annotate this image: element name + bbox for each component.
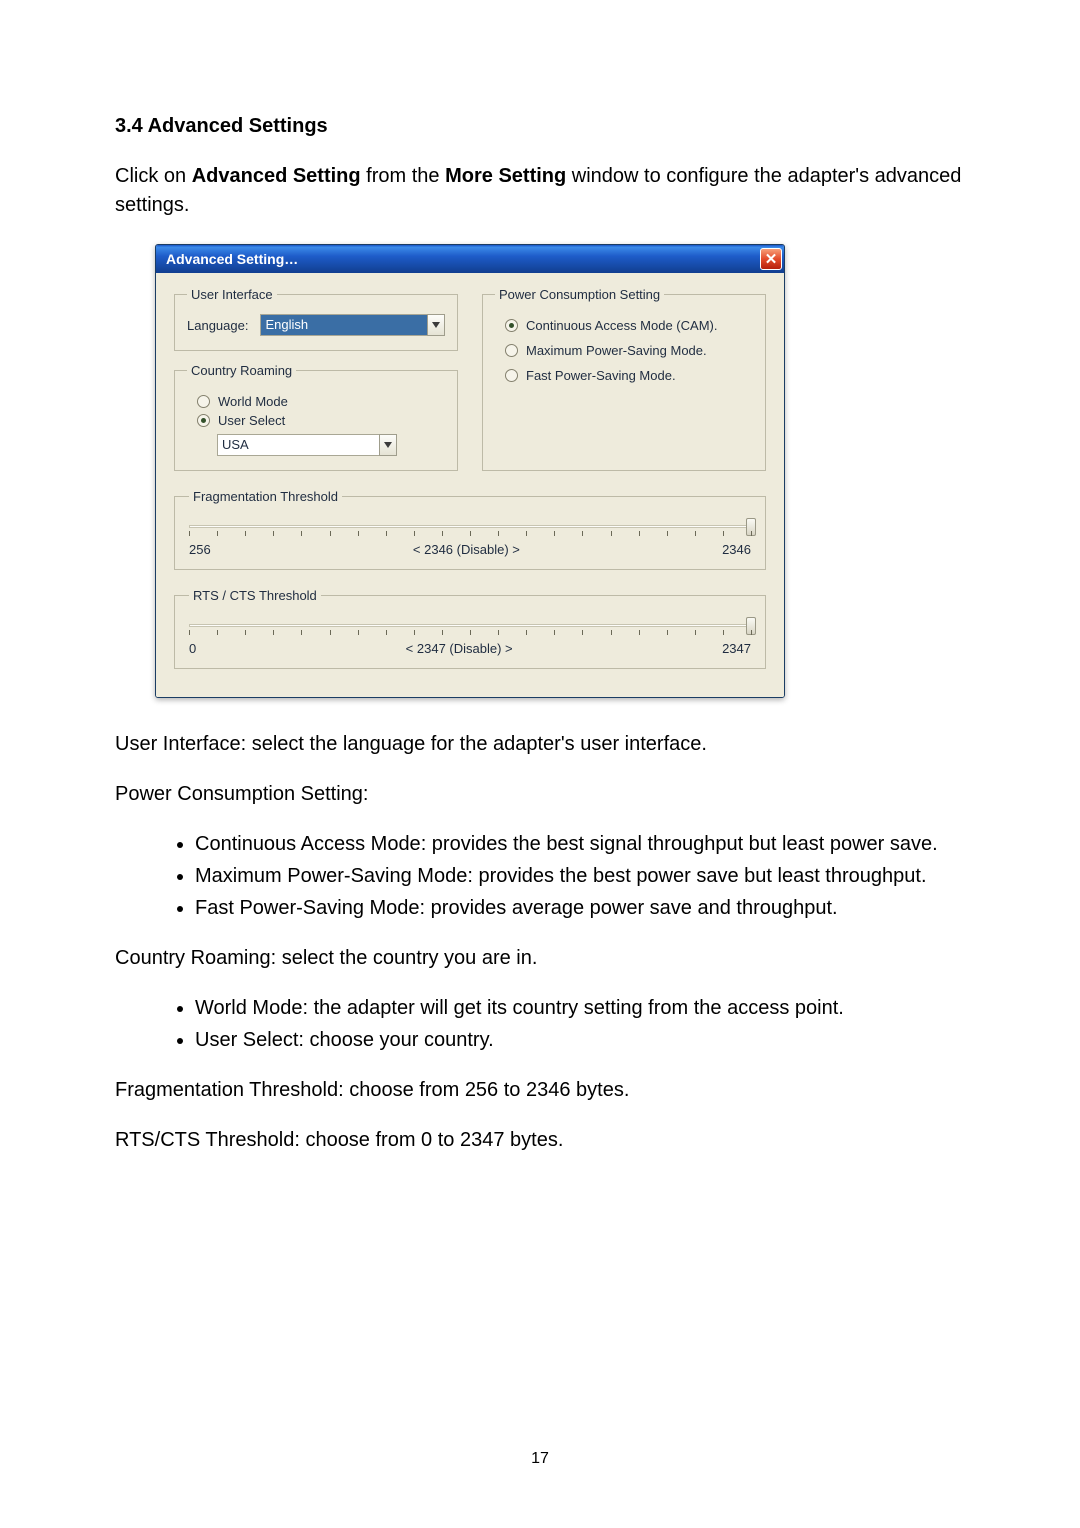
text-bold: Fast Power-Saving Mode <box>195 897 420 919</box>
slider-track <box>189 525 751 528</box>
text-bold: RTS/CTS Threshold <box>115 1129 294 1151</box>
text: : choose from 0 to 2347 bytes. <box>294 1129 563 1151</box>
slider-max-label: 2347 <box>722 641 751 656</box>
desc-fragmentation: Fragmentation Threshold: choose from 256… <box>115 1076 965 1104</box>
text: : choose your country. <box>298 1029 493 1051</box>
text: : select the country you are in. <box>271 947 538 969</box>
radio-label: Continuous Access Mode (CAM). <box>526 318 717 333</box>
group-legend: Fragmentation Threshold <box>189 489 342 504</box>
dialog-title: Advanced Setting… <box>166 251 298 267</box>
text: : the adapter will get its country setti… <box>302 997 843 1019</box>
radio-world-mode[interactable]: World Mode <box>187 394 445 409</box>
list-item: Fast Power-Saving Mode: provides average… <box>195 894 965 922</box>
radio-icon <box>197 414 210 427</box>
group-legend: Power Consumption Setting <box>495 287 664 302</box>
text: : choose from 256 to 2346 bytes. <box>338 1079 629 1101</box>
radio-icon <box>505 319 518 332</box>
desc-power-heading: Power Consumption Setting: <box>115 780 965 808</box>
titlebar[interactable]: Advanced Setting… ✕ <box>156 245 784 273</box>
list-item: Maximum Power-Saving Mode: provides the … <box>195 862 965 890</box>
text: : provides the best power save but least… <box>467 865 926 887</box>
advanced-setting-dialog: Advanced Setting… ✕ User Interface Langu… <box>155 244 785 698</box>
roaming-list: World Mode: the adapter will get its cou… <box>115 994 965 1054</box>
slider-max-label: 2346 <box>722 542 751 557</box>
text-bold: Fragmentation Threshold <box>115 1079 338 1101</box>
text-bold: Country Roaming <box>115 947 271 969</box>
desc-user-interface: User Interface: select the language for … <box>115 730 965 758</box>
text-bold: User Select <box>195 1029 298 1051</box>
chevron-down-icon[interactable] <box>379 434 397 456</box>
close-button[interactable]: ✕ <box>760 248 782 270</box>
country-value: USA <box>217 434 379 456</box>
chevron-down-icon[interactable] <box>427 314 445 336</box>
radio-icon <box>505 344 518 357</box>
radio-user-select[interactable]: User Select <box>187 413 445 428</box>
text-bold: Continuous Access Mode <box>195 833 421 855</box>
text: from the <box>361 165 445 187</box>
page-number: 17 <box>0 1450 1080 1468</box>
text: : provides the best signal throughput bu… <box>421 833 938 855</box>
radio-fast-power-saving[interactable]: Fast Power-Saving Mode. <box>495 368 753 383</box>
group-legend: Country Roaming <box>187 363 296 378</box>
user-interface-group: User Interface Language: English <box>174 287 458 351</box>
desc-rts: RTS/CTS Threshold: choose from 0 to 2347… <box>115 1126 965 1154</box>
radio-max-power-saving[interactable]: Maximum Power-Saving Mode. <box>495 343 753 358</box>
slider-center-label: < 2346 (Disable) > <box>211 542 722 557</box>
text-bold: World Mode <box>195 997 302 1019</box>
intro-paragraph: Click on Advanced Setting from the More … <box>115 162 965 220</box>
text: : provides average power save and throug… <box>420 897 838 919</box>
group-legend: User Interface <box>187 287 277 302</box>
power-consumption-group: Power Consumption Setting Continuous Acc… <box>482 287 766 471</box>
fragmentation-slider[interactable] <box>189 516 751 538</box>
text-bold: User Interface <box>115 733 241 755</box>
text-bold: Maximum Power-Saving Mode <box>195 865 467 887</box>
rts-cts-threshold-group: RTS / CTS Threshold 0 < 2347 (Disable) >… <box>174 588 766 669</box>
slider-center-label: < 2347 (Disable) > <box>196 641 722 656</box>
language-value: English <box>260 314 427 336</box>
radio-icon <box>197 395 210 408</box>
country-roaming-group: Country Roaming World Mode User Select U… <box>174 363 458 471</box>
list-item: World Mode: the adapter will get its cou… <box>195 994 965 1022</box>
text: Click on <box>115 165 192 187</box>
rts-slider[interactable] <box>189 615 751 637</box>
radio-icon <box>505 369 518 382</box>
language-label: Language: <box>187 318 248 333</box>
list-item: User Select: choose your country. <box>195 1026 965 1054</box>
radio-label: Maximum Power-Saving Mode. <box>526 343 707 358</box>
section-heading: 3.4 Advanced Settings <box>115 115 965 138</box>
text-bold: Power Consumption Setting <box>115 783 363 805</box>
fragmentation-threshold-group: Fragmentation Threshold 256 < 2346 (Disa… <box>174 489 766 570</box>
power-mode-list: Continuous Access Mode: provides the bes… <box>115 830 965 922</box>
slider-min-label: 0 <box>189 641 196 656</box>
radio-label: World Mode <box>218 394 288 409</box>
text: : select the language for the adapter's … <box>241 733 707 755</box>
radio-label: Fast Power-Saving Mode. <box>526 368 676 383</box>
list-item: Continuous Access Mode: provides the bes… <box>195 830 965 858</box>
group-legend: RTS / CTS Threshold <box>189 588 321 603</box>
slider-track <box>189 624 751 627</box>
text-bold: Advanced Setting <box>192 165 361 187</box>
desc-country-roaming: Country Roaming: select the country you … <box>115 944 965 972</box>
text-bold: More Setting <box>445 165 566 187</box>
close-icon: ✕ <box>765 252 778 267</box>
language-combobox[interactable]: English <box>260 314 445 336</box>
slider-min-label: 256 <box>189 542 211 557</box>
radio-label: User Select <box>218 413 285 428</box>
country-combobox[interactable]: USA <box>217 434 397 456</box>
radio-cam-mode[interactable]: Continuous Access Mode (CAM). <box>495 318 753 333</box>
